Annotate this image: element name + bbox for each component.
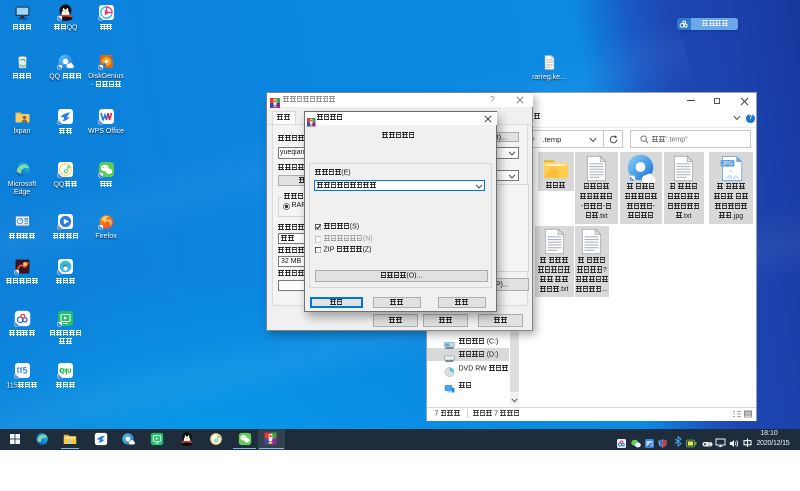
svg-text:JPG: JPG — [722, 161, 732, 167]
